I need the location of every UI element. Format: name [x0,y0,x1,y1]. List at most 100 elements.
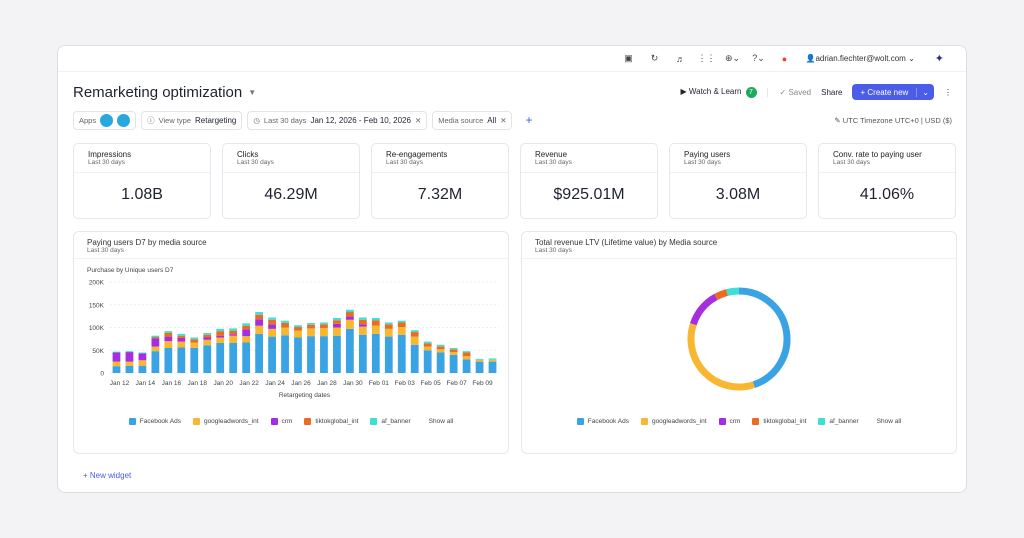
bar-segment[interactable] [281,320,289,323]
bar-segment[interactable] [397,322,406,328]
bar-stack[interactable] [436,344,445,373]
bar-segment[interactable] [125,361,134,366]
bar-segment[interactable] [216,337,225,343]
bar-segment[interactable] [242,323,251,326]
donut-slice[interactable] [690,293,718,326]
kpi-card[interactable]: Paying users Last 30 days 3.08M [669,143,807,219]
bar-segment[interactable] [229,335,238,343]
bar-stack[interactable] [410,330,419,373]
legend-checkbox[interactable] [370,418,378,425]
bar-segment[interactable] [488,361,497,373]
donut-slice[interactable] [714,289,729,301]
legend-item[interactable]: tiktokglobal_int [304,418,358,425]
bar-segment[interactable] [449,352,458,355]
bar-segment[interactable] [436,352,445,373]
bar-segment[interactable] [242,329,251,337]
bar-segment[interactable] [255,319,264,326]
date-filter[interactable]: ◷ Last 30 days Jan 12, 2026 - Feb 10, 2026… [247,110,428,130]
bar-stack[interactable] [320,322,328,373]
bar-segment[interactable] [358,326,367,335]
legend-item[interactable]: Facebook Ads [576,418,629,425]
bar-segment[interactable] [229,330,238,335]
bar-stack[interactable] [281,320,289,373]
bar-segment[interactable] [164,341,173,348]
bar-segment[interactable] [294,327,302,331]
bar-segment[interactable] [320,336,328,373]
bar-segment[interactable] [384,324,393,329]
bar-segment[interactable] [333,320,341,324]
bar-segment[interactable] [203,337,212,340]
bar-stack[interactable] [216,328,225,373]
bar-segment[interactable] [320,327,328,337]
show-all-button[interactable]: Show all [429,418,454,425]
share-button[interactable]: Share [821,88,842,97]
bar-stack[interactable] [151,335,160,373]
bar-stack[interactable] [112,351,121,373]
bar-segment[interactable] [177,341,186,348]
bar-segment[interactable] [125,351,134,353]
bar-segment[interactable] [151,338,160,347]
bar-stack[interactable] [462,351,471,373]
bar-segment[interactable] [203,339,212,346]
bar-segment[interactable] [436,349,445,353]
bar-segment[interactable] [151,346,160,352]
bar-stack[interactable] [449,347,458,373]
apps-filter[interactable]: Apps [73,110,137,130]
donut-slice[interactable] [687,323,755,391]
bar-segment[interactable] [449,347,458,350]
bar-stack[interactable] [294,325,302,373]
kpi-card[interactable]: Clicks Last 30 days 46.29M [222,143,360,219]
bar-segment[interactable] [462,359,471,373]
title-dropdown-icon[interactable]: ▼ [248,88,256,97]
bar-segment[interactable] [475,359,484,362]
bar-segment[interactable] [255,325,264,334]
bar-segment[interactable] [216,335,225,338]
bar-segment[interactable] [164,332,173,337]
bar-segment[interactable] [190,342,199,348]
bar-segment[interactable] [138,365,147,373]
bar-segment[interactable] [294,330,302,338]
bar-segment[interactable] [151,335,160,338]
add-filter-button[interactable]: + [525,113,532,127]
bar-segment[interactable] [371,333,380,373]
bar-stack[interactable] [138,352,147,373]
bar-segment[interactable] [345,316,354,320]
bar-segment[interactable] [216,328,225,332]
create-dropdown-icon[interactable]: ⌄ [916,87,934,97]
legend-item[interactable]: googleadwords_int [192,418,259,425]
bar-segment[interactable] [281,322,289,328]
bar-segment[interactable] [397,327,406,335]
legend-checkbox[interactable] [718,418,726,425]
bar-segment[interactable] [268,324,276,329]
bar-stack[interactable] [345,309,354,373]
bar-segment[interactable] [436,346,445,350]
bar-segment[interactable] [203,345,212,373]
legend-item[interactable]: crm [718,418,740,425]
bar-segment[interactable] [203,334,212,338]
legend-checkbox[interactable] [270,418,278,425]
bar-segment[interactable] [242,325,251,330]
bar-segment[interactable] [307,324,315,329]
bar-segment[interactable] [333,335,341,373]
bar-segment[interactable] [255,314,264,320]
bar-segment[interactable] [462,352,471,357]
bar-segment[interactable] [190,337,199,340]
bar-stack[interactable] [307,322,315,373]
more-icon[interactable]: ⋮ [944,88,952,97]
bar-segment[interactable] [333,323,341,328]
create-new-button[interactable]: + Create new ⌄ [852,84,934,100]
help-icon[interactable]: ?⌄ [745,53,771,64]
bar-segment[interactable] [358,334,367,373]
bar-stack[interactable] [397,320,406,373]
bar-segment[interactable] [138,353,147,361]
bar-segment[interactable] [397,334,406,373]
bar-segment[interactable] [112,366,121,373]
bar-stack[interactable] [423,341,432,373]
bar-segment[interactable] [164,347,173,373]
bar-segment[interactable] [268,328,276,337]
bar-segment[interactable] [475,361,484,373]
bar-segment[interactable] [397,320,406,323]
notification-icon[interactable]: ● [771,54,797,64]
bar-segment[interactable] [307,336,315,373]
bar-segment[interactable] [423,341,432,344]
